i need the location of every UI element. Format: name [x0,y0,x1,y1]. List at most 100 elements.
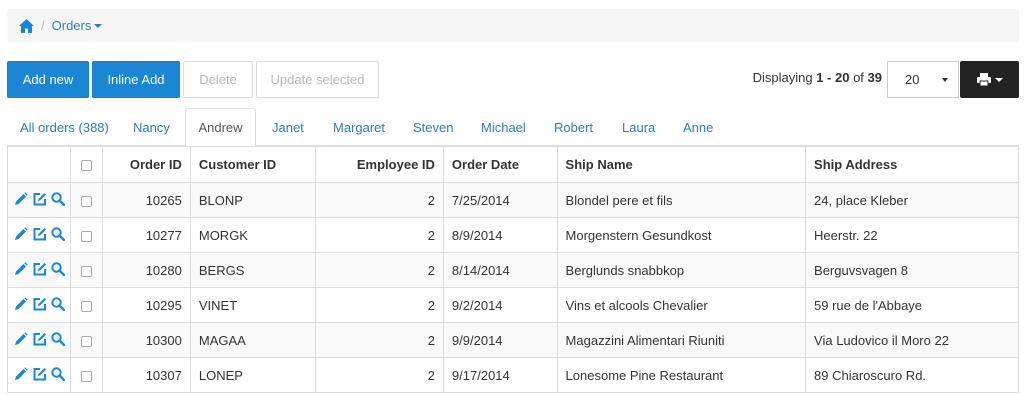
cell-order-id: 10277 [102,217,191,253]
row-checkbox[interactable] [81,335,93,347]
paging-prefix: Displaying [752,70,817,85]
pencil-icon[interactable] [14,191,28,209]
edit-icon[interactable] [33,297,47,314]
search-icon[interactable] [51,191,66,209]
cell-order-id: 10265 [102,182,191,218]
cell-order-id: 10307 [102,357,191,393]
search-icon[interactable] [51,296,66,314]
tab-steven[interactable]: Steven [413,108,453,146]
edit-icon[interactable] [33,367,47,384]
pencil-icon[interactable] [14,226,28,244]
edit-icon[interactable] [33,192,47,209]
pencil-icon[interactable] [14,296,28,314]
print-button[interactable] [960,61,1019,98]
cell-employee-id: 2 [315,357,444,393]
pencil-icon[interactable] [14,366,28,384]
breadcrumb-orders-dropdown[interactable]: Orders [52,18,103,33]
cell-employee-id: 2 [315,217,444,253]
cell-order-date: 8/9/2014 [442,217,558,253]
row-checkbox[interactable] [81,195,93,207]
tab-laura[interactable]: Laura [622,108,655,146]
page-size-select[interactable]: 20 [887,61,959,98]
chevron-down-icon [94,23,103,28]
tab-all-orders[interactable]: All orders (388) [20,108,109,146]
tab-anne[interactable]: Anne [683,108,713,146]
search-icon[interactable] [51,331,66,349]
add-new-button[interactable]: Add new [7,61,89,98]
row-select-cell [70,252,104,288]
header-employee-id[interactable]: Employee ID [315,146,444,183]
page-size-value: 20 [905,72,920,87]
header-order-id[interactable]: Order ID [102,146,191,183]
table-row: 10307 LONEP 2 9/17/2014 Lonesome Pine Re… [6,357,1019,393]
tab-robert[interactable]: Robert [554,108,593,146]
delete-button[interactable]: Delete [183,61,253,98]
cell-ship-address: 59 rue de l'Abbaye [805,287,1019,323]
row-checkbox[interactable] [81,370,93,382]
row-select-cell [70,322,104,358]
breadcrumb-separator: / [41,18,45,33]
inline-add-button[interactable]: Inline Add [92,61,180,98]
header-customer-id[interactable]: Customer ID [189,146,317,183]
cell-customer-id: MORGK [189,217,317,253]
home-icon[interactable] [19,18,34,33]
cell-order-id: 10300 [102,322,191,358]
cell-order-date: 8/14/2014 [442,252,558,288]
tab-margaret[interactable]: Margaret [333,108,385,146]
search-icon[interactable] [51,366,66,384]
table-header-row: Order ID Customer ID Employee ID Order D… [6,146,1019,183]
table-row: 10265 BLONP 2 7/25/2014 Blondel pere et … [6,182,1019,218]
update-selected-button[interactable]: Update selected [256,61,379,98]
cell-employee-id: 2 [315,287,444,323]
cell-ship-address: Heerstr. 22 [805,217,1019,253]
row-checkbox[interactable] [81,300,93,312]
row-checkbox[interactable] [81,265,93,277]
tab-andrew[interactable]: Andrew [185,108,256,147]
table-row: 10280 BERGS 2 8/14/2014 Berglunds snabbk… [6,252,1019,288]
edit-icon[interactable] [33,262,47,279]
tab-nancy[interactable]: Nancy [133,108,170,146]
cell-customer-id: VINET [189,287,317,323]
row-actions [6,182,72,218]
search-icon[interactable] [51,226,66,244]
print-icon [976,73,991,86]
cell-order-date: 9/2/2014 [442,287,558,323]
row-checkbox[interactable] [81,230,93,242]
header-ship-address[interactable]: Ship Address [805,146,1019,183]
employee-tabs: All orders (388) Nancy Andrew Janet Marg… [7,108,1019,147]
row-select-cell [70,357,104,393]
cell-employee-id: 2 [315,322,444,358]
cell-ship-name: Vins et alcools Chevalier [556,287,807,323]
cell-employee-id: 2 [315,252,444,288]
orders-table: Order ID Customer ID Employee ID Order D… [6,146,1019,393]
pencil-icon[interactable] [14,331,28,349]
table-row: 10277 MORGK 2 8/9/2014 Morgenstern Gesun… [6,217,1019,253]
paging-range: 1 - 20 [816,70,850,85]
row-actions [6,252,72,288]
cell-customer-id: LONEP [189,357,317,393]
breadcrumb-orders-label: Orders [51,18,92,33]
search-icon[interactable] [51,261,66,279]
cell-ship-name: Blondel pere et fils [556,182,807,218]
header-order-date[interactable]: Order Date [442,146,558,183]
cell-customer-id: BERGS [189,252,317,288]
table-row: 10295 VINET 2 9/2/2014 Vins et alcools C… [6,287,1019,323]
breadcrumb: / Orders [7,9,1019,42]
cell-order-id: 10280 [102,252,191,288]
cell-customer-id: BLONP [189,182,317,218]
edit-icon[interactable] [33,227,47,244]
paging-info: Displaying 1 - 20 of 39 [753,70,882,85]
cell-order-id: 10295 [102,287,191,323]
chevron-down-icon [994,77,1003,82]
row-select-cell [70,217,104,253]
cell-ship-name: Berglunds snabbkop [556,252,807,288]
tab-janet[interactable]: Janet [272,108,304,146]
select-all-checkbox[interactable] [81,160,93,172]
pencil-icon[interactable] [14,261,28,279]
cell-order-date: 9/17/2014 [442,357,558,393]
row-actions [6,322,72,358]
tab-michael[interactable]: Michael [481,108,526,146]
edit-icon[interactable] [33,332,47,349]
cell-ship-address: 89 Chiaroscuro Rd. [805,357,1019,393]
header-ship-name[interactable]: Ship Name [556,146,807,183]
